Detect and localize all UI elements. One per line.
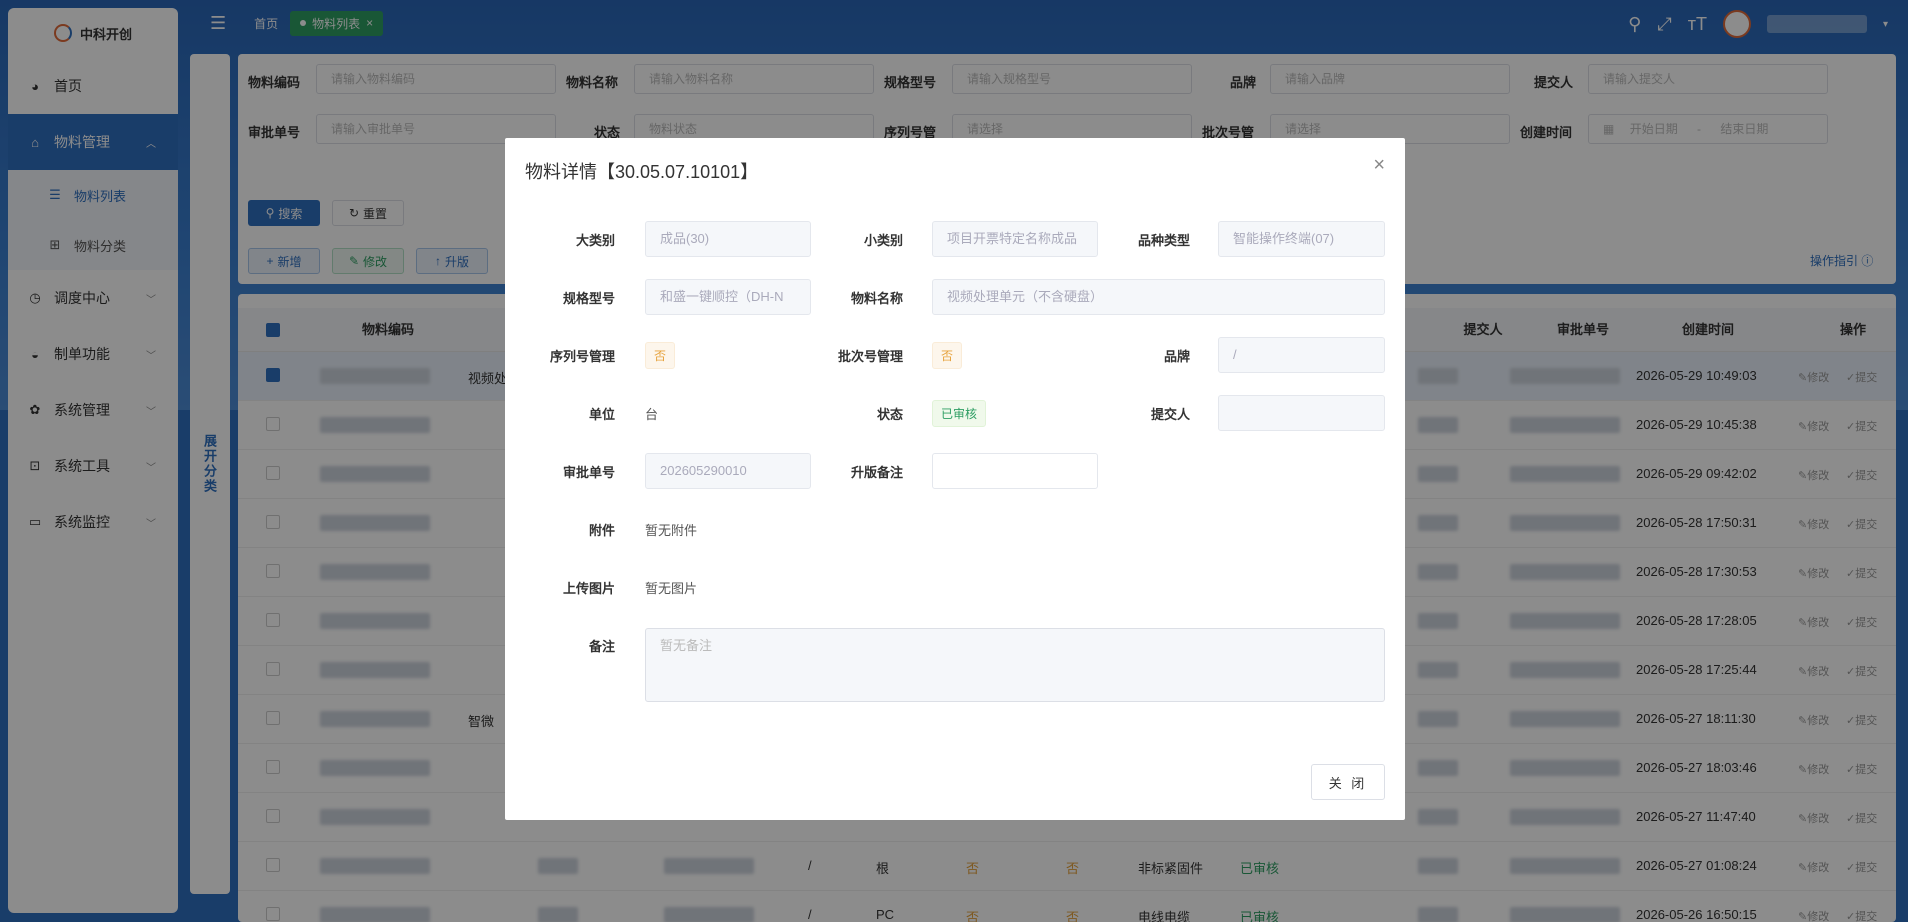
upgrade-remark-field[interactable] — [932, 453, 1098, 489]
batch-mgmt-badge: 否 — [932, 342, 963, 369]
unit-value: 台 — [645, 407, 659, 422]
variety-type-field[interactable]: 智能操作终端(07) — [1218, 221, 1385, 257]
upload-image-label: 上传图片 — [562, 581, 615, 596]
upload-image-value: 暂无图片 — [645, 581, 698, 596]
upgrade-remark-label: 升版备注 — [850, 465, 903, 480]
batch-mgmt-label: 批次号管理 — [837, 349, 903, 364]
approval-no-label: 审批单号 — [562, 465, 615, 480]
serial-mgmt-badge: 否 — [645, 342, 676, 369]
brand-label: 品牌 — [1163, 349, 1190, 364]
attachment-label: 附件 — [588, 523, 615, 538]
serial-mgmt-label: 序列号管理 — [549, 349, 615, 364]
status-label: 状态 — [876, 407, 903, 422]
attachment-value: 暂无附件 — [645, 523, 698, 538]
material-detail-dialog: 物料详情【30.05.07.10101】 × 大类别 成品(30) 小类别 项目… — [505, 138, 1405, 820]
variety-type-label: 品种类型 — [1137, 233, 1190, 248]
submitter-field[interactable] — [1218, 395, 1385, 431]
submitter-label: 提交人 — [1150, 407, 1190, 422]
major-category-label: 大类别 — [575, 233, 615, 248]
material-name-field[interactable]: 视频处理单元（不含硬盘） — [932, 279, 1385, 315]
remark-label: 备注 — [588, 639, 615, 654]
dialog-title: 物料详情【30.05.07.10101】 — [525, 162, 759, 182]
close-icon[interactable]: × — [1373, 154, 1385, 177]
material-name-label: 物料名称 — [850, 291, 903, 306]
status-badge: 已审核 — [932, 400, 987, 427]
major-category-field[interactable]: 成品(30) — [645, 221, 811, 257]
unit-label: 单位 — [588, 407, 615, 422]
minor-category-label: 小类别 — [863, 233, 903, 248]
remark-textarea[interactable]: 暂无备注 — [645, 628, 1385, 702]
approval-no-field[interactable]: 202605290010 — [645, 453, 811, 489]
spec-label: 规格型号 — [562, 291, 615, 306]
minor-category-field[interactable]: 项目开票特定名称成品 — [932, 221, 1098, 257]
spec-field[interactable]: 和盛一键顺控（DH-N — [645, 279, 811, 315]
brand-field[interactable]: / — [1218, 337, 1385, 373]
close-button[interactable]: 关 闭 — [1311, 764, 1385, 800]
